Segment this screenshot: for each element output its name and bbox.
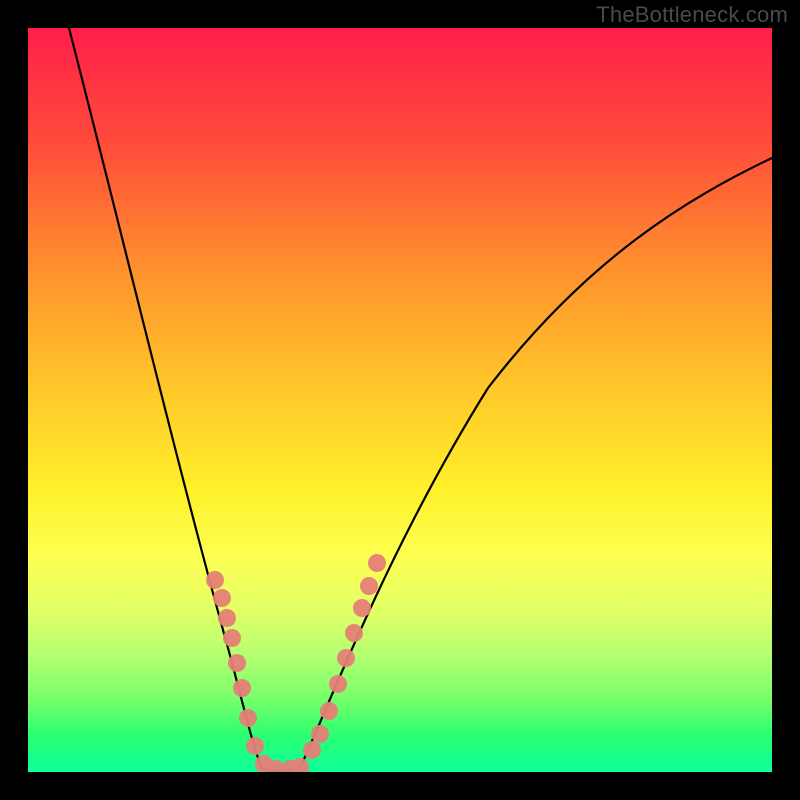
- highlight-dots-group: [206, 554, 386, 772]
- highlight-dot: [218, 609, 236, 627]
- highlight-dot: [223, 629, 241, 647]
- highlight-dot: [353, 599, 371, 617]
- highlight-dot: [246, 737, 264, 755]
- highlight-dot: [303, 741, 321, 759]
- highlight-dot: [233, 679, 251, 697]
- highlight-dot: [368, 554, 386, 572]
- highlight-dot: [228, 654, 246, 672]
- highlight-dot: [320, 702, 338, 720]
- highlight-dot: [206, 571, 224, 589]
- chart-svg: [28, 28, 772, 772]
- highlight-dot: [239, 709, 257, 727]
- highlight-dot: [360, 577, 378, 595]
- highlight-dot: [213, 589, 231, 607]
- attribution-text: TheBottleneck.com: [596, 2, 788, 28]
- highlight-dot: [291, 758, 309, 772]
- outer-frame: TheBottleneck.com: [0, 0, 800, 800]
- highlight-dot: [345, 624, 363, 642]
- curve-right-branch: [300, 158, 772, 768]
- plot-area: [28, 28, 772, 772]
- highlight-dot: [337, 649, 355, 667]
- highlight-dot: [311, 725, 329, 743]
- highlight-dot: [329, 675, 347, 693]
